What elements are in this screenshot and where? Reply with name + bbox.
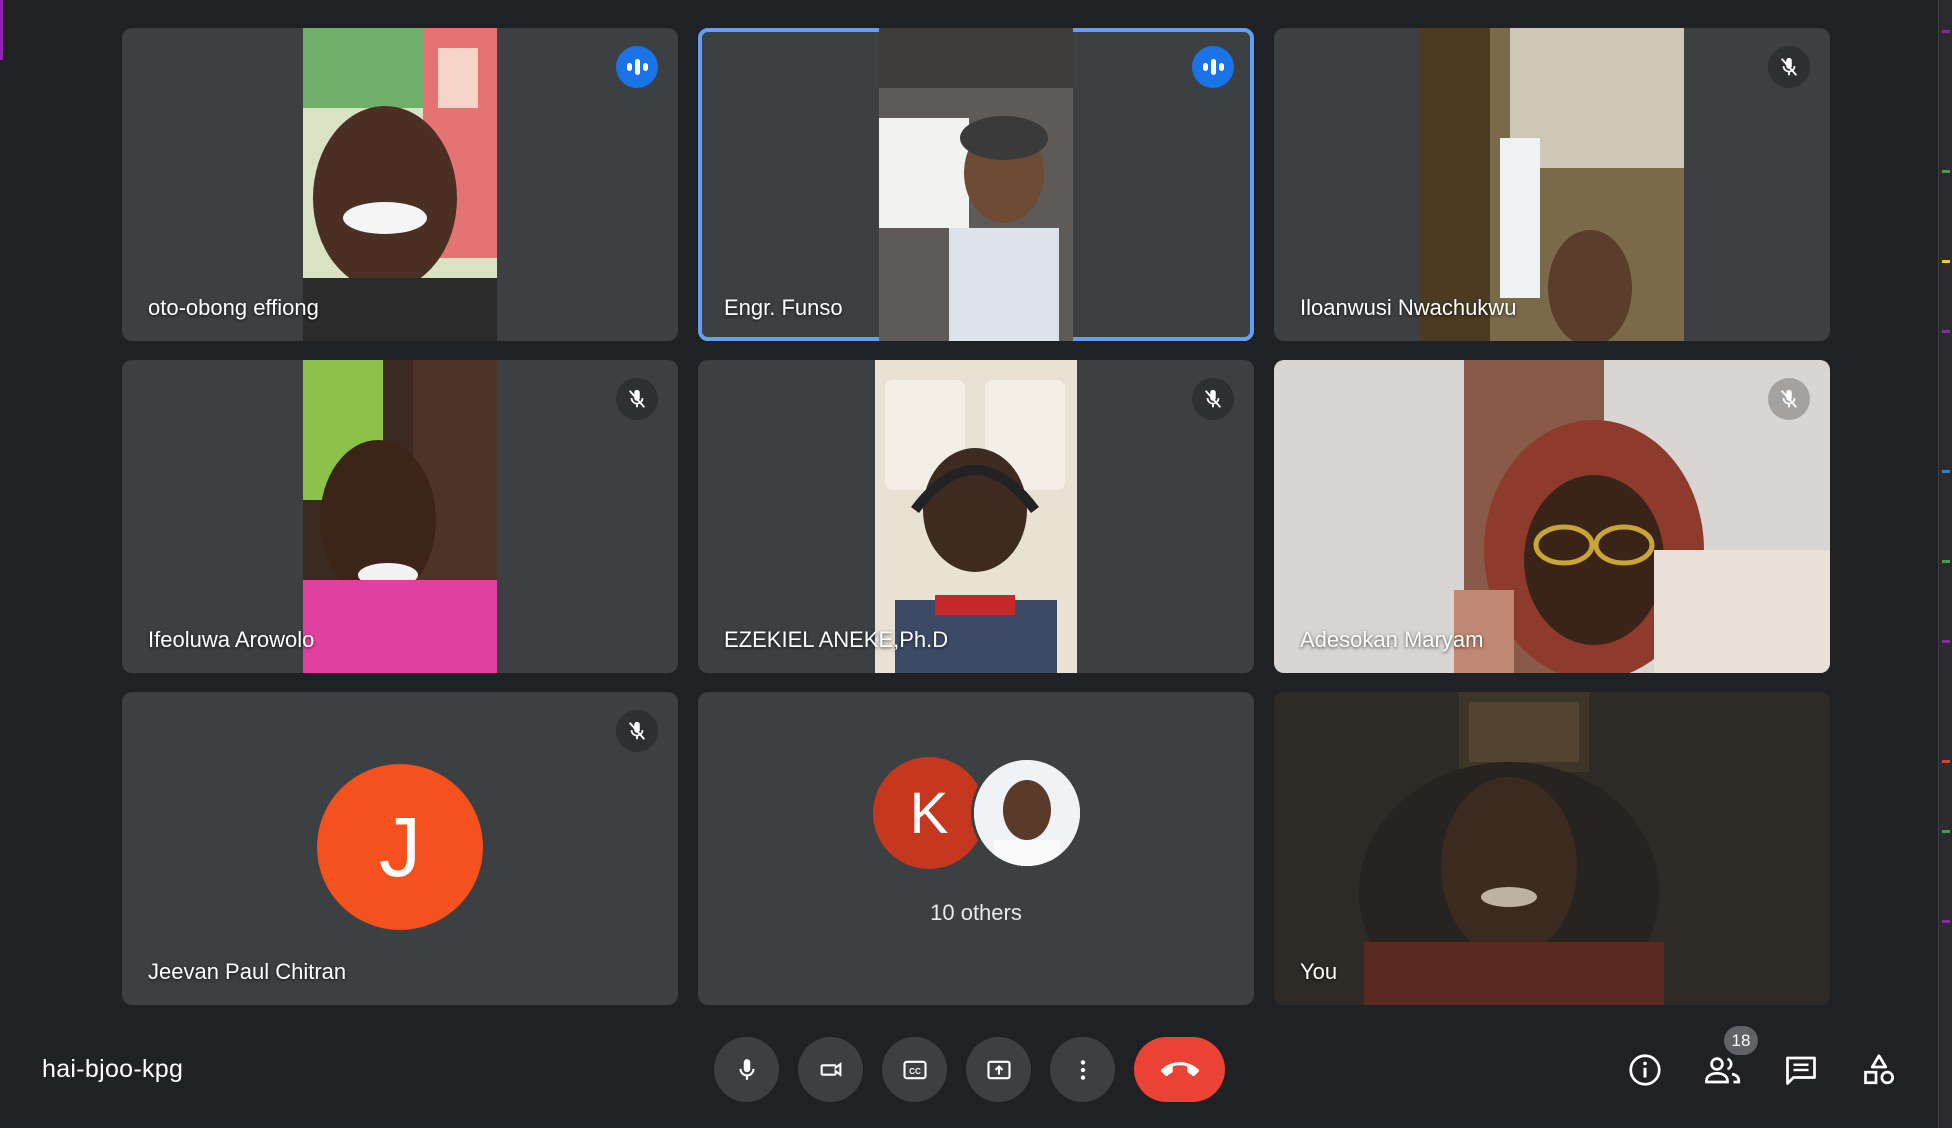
present-screen-icon [986,1060,1011,1079]
participant-tile[interactable]: Iloanwusi Nwachukwu [1274,28,1830,341]
participant-name: Adesokan Maryam [1300,627,1484,652]
present-now-button[interactable] [966,1037,1031,1102]
participant-name: oto-obong effiong [148,295,319,320]
muted-microphone-icon [1768,378,1810,420]
avatar: K [873,757,985,869]
participant-grid: oto-obong effiong Engr. Funso Iloanwusi … [122,28,1830,1005]
meeting-details-button[interactable] [1621,1046,1669,1094]
speaking-indicator-icon [616,46,658,88]
muted-microphone-icon [616,378,658,420]
participant-tile[interactable]: J Jeevan Paul Chitran [122,692,678,1005]
participant-name: Jeevan Paul Chitran [148,959,347,984]
muted-microphone-icon [1192,378,1234,420]
participant-count-badge: 18 [1724,1026,1758,1055]
window-edge [0,0,3,60]
others-count-label: 10 others [930,900,1022,925]
participant-name: EZEKIEL ANEKE,Ph.D [724,627,949,652]
participant-video [303,28,497,341]
camera-icon [820,1061,841,1077]
avatar [971,757,1083,869]
speaking-indicator-icon [1192,46,1234,88]
meeting-code: hai-bjoo-kpg [42,1055,184,1083]
camera-button[interactable] [798,1037,863,1102]
activities-icon [1864,1054,1894,1085]
participant-tile[interactable]: Adesokan Maryam [1274,360,1830,673]
participant-tile[interactable]: oto-obong effiong [122,28,678,341]
self-video [1274,692,1830,1005]
others-avatars: K [698,757,1254,869]
participant-name: Iloanwusi Nwachukwu [1300,295,1517,320]
leave-call-button[interactable] [1134,1037,1225,1102]
others-tile[interactable]: K 10 others [698,692,1254,1005]
microphone-icon [738,1058,755,1080]
window-side-strip [1938,0,1952,1128]
more-options-button[interactable] [1050,1037,1115,1102]
info-icon [1629,1054,1661,1086]
hang-up-icon [1160,1061,1199,1076]
chat-button[interactable] [1777,1046,1825,1094]
microphone-button[interactable] [714,1037,779,1102]
activities-button[interactable] [1855,1046,1903,1094]
participant-video [303,360,497,673]
muted-microphone-icon [616,710,658,752]
closed-captions-icon: CC [902,1060,927,1079]
svg-text:CC: CC [909,1067,921,1076]
participant-tile[interactable]: EZEKIEL ANEKE,Ph.D [698,360,1254,673]
captions-button[interactable]: CC [882,1037,947,1102]
self-view-tile[interactable]: You [1274,692,1830,1005]
participant-name: You [1300,959,1338,984]
participant-video [879,28,1073,341]
chat-icon [1786,1056,1816,1085]
people-icon [1705,1057,1741,1084]
participant-tile-active-speaker[interactable]: Engr. Funso [698,28,1254,341]
participant-tile[interactable]: Ifeoluwa Arowolo [122,360,678,673]
participant-name: Ifeoluwa Arowolo [148,627,315,652]
muted-microphone-icon [1768,46,1810,88]
participant-name: Engr. Funso [724,295,843,320]
avatar: J [317,764,483,930]
more-options-icon [1080,1059,1085,1080]
